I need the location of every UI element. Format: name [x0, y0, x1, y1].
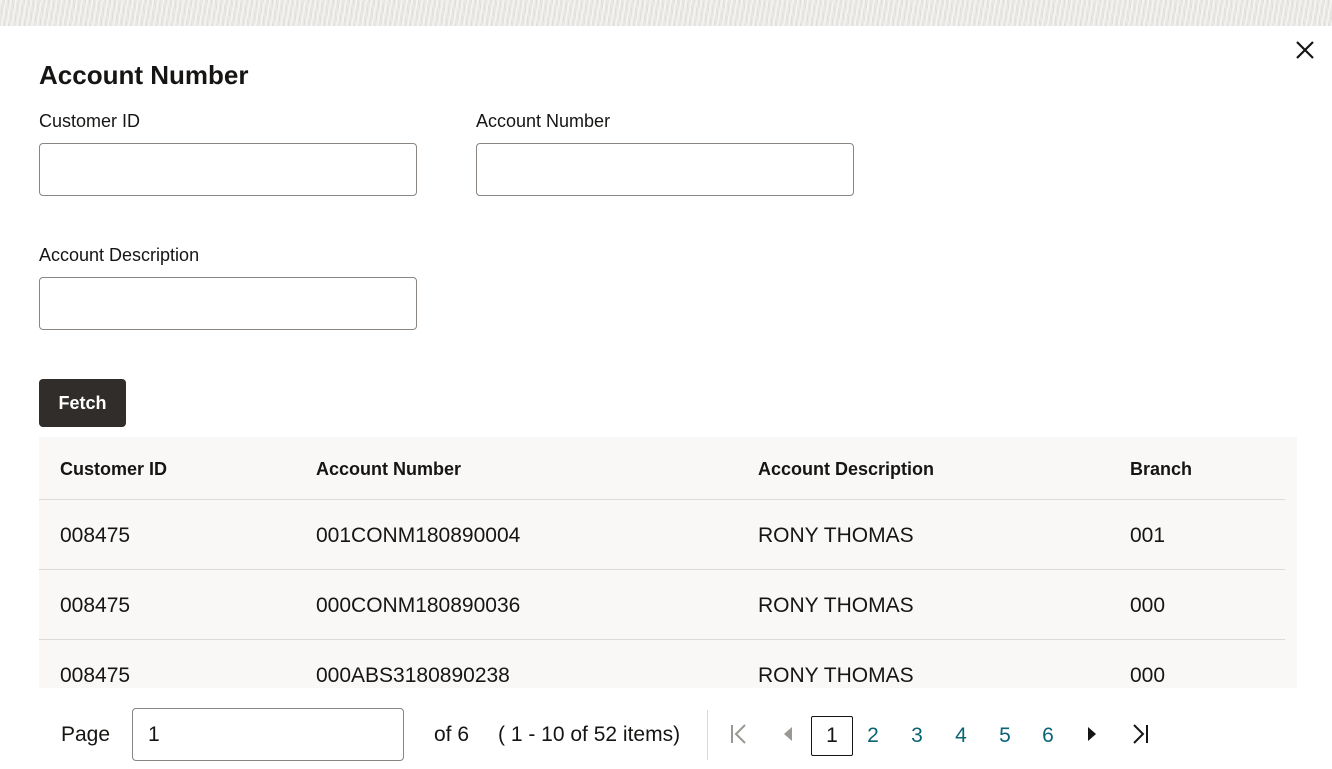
dialog-title: Account Number: [39, 60, 249, 90]
account-number-label: Account Number: [476, 111, 611, 131]
column-header-account-description[interactable]: Account Description: [758, 459, 934, 480]
cell-customer-id: 008475: [60, 664, 131, 687]
cell-branch: 001: [1130, 524, 1166, 547]
page-1-button[interactable]: 1: [811, 716, 853, 756]
cell-branch: 000: [1130, 664, 1166, 687]
cell-account-number: 001CONM180890004: [316, 524, 521, 547]
table-row[interactable]: 008475 001CONM180890004 RONY THOMAS 001: [39, 500, 1285, 570]
close-button[interactable]: [1291, 36, 1319, 64]
column-header-branch[interactable]: Branch: [1130, 459, 1192, 480]
previous-page-button[interactable]: [775, 720, 801, 748]
table-header: Customer ID Account Number Account Descr…: [39, 437, 1285, 500]
page-2-button[interactable]: 2: [852, 716, 894, 756]
previous-page-icon: [784, 727, 792, 741]
close-icon: [1296, 41, 1314, 59]
cell-branch: 000: [1130, 594, 1166, 617]
first-page-icon: [731, 724, 746, 744]
page-4-button[interactable]: 4: [940, 716, 982, 756]
pagination-divider: [707, 710, 708, 760]
total-pages-text: of 6: [434, 723, 470, 746]
last-page-icon: [1133, 724, 1148, 744]
last-page-button[interactable]: [1127, 720, 1153, 748]
results-table: Customer ID Account Number Account Descr…: [39, 437, 1297, 688]
next-page-button[interactable]: [1079, 720, 1105, 748]
column-header-account-number[interactable]: Account Number: [316, 459, 461, 480]
customer-id-label: Customer ID: [39, 111, 141, 131]
page-number-input[interactable]: [132, 708, 404, 761]
customer-id-input[interactable]: [39, 143, 417, 196]
items-range-text: ( 1 - 10 of 52 items): [498, 723, 681, 746]
account-number-input[interactable]: [476, 143, 854, 196]
page-label: Page: [61, 723, 111, 746]
account-description-input[interactable]: [39, 277, 417, 330]
next-page-icon: [1088, 727, 1096, 741]
page-6-button[interactable]: 6: [1027, 716, 1069, 756]
cell-account-number: 000CONM180890036: [316, 594, 521, 617]
first-page-button[interactable]: [726, 720, 752, 748]
cell-account-number: 000ABS3180890238: [316, 664, 510, 687]
table-row[interactable]: 008475 000CONM180890036 RONY THOMAS 000: [39, 570, 1285, 640]
column-header-customer-id[interactable]: Customer ID: [60, 459, 167, 480]
cell-account-description: RONY THOMAS: [758, 664, 914, 687]
cell-customer-id: 008475: [60, 594, 131, 617]
cell-account-description: RONY THOMAS: [758, 594, 914, 617]
account-number-dialog: Account Number Customer ID Account Numbe…: [0, 26, 1332, 769]
page-5-button[interactable]: 5: [984, 716, 1026, 756]
account-description-label: Account Description: [39, 245, 200, 265]
cell-customer-id: 008475: [60, 524, 131, 547]
fetch-button[interactable]: Fetch: [39, 379, 126, 427]
page-3-button[interactable]: 3: [896, 716, 938, 756]
pagination-bar: Page of 6 ( 1 - 10 of 52 items) 1 2 3 4 …: [0, 688, 1332, 769]
cell-account-description: RONY THOMAS: [758, 524, 914, 547]
table-row[interactable]: 008475 000ABS3180890238 RONY THOMAS 000: [39, 640, 1285, 688]
background-texture: [0, 0, 1332, 26]
